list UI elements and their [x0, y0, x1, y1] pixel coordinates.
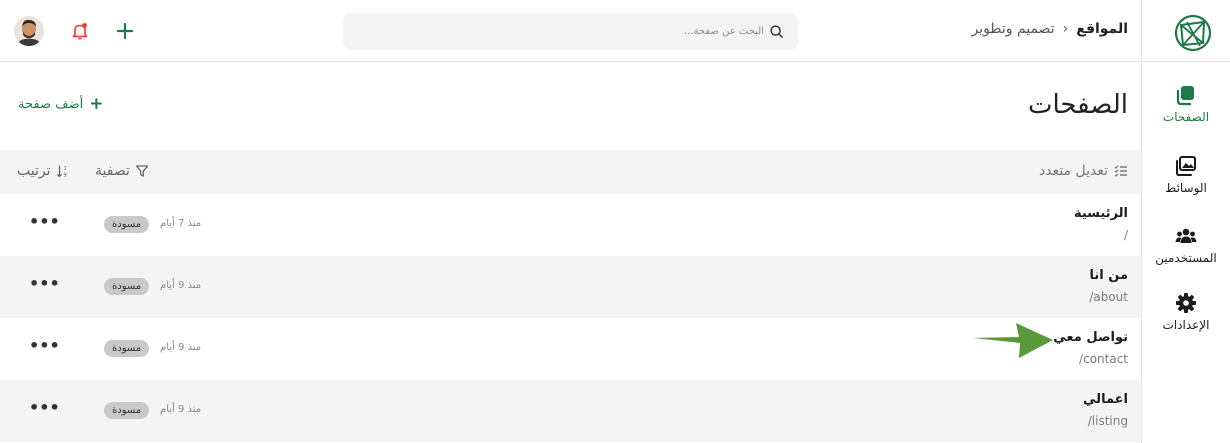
sidebar-item-label: المستخدمين: [1155, 251, 1217, 265]
page-slug: /about: [1089, 290, 1128, 304]
page-slug: /listing: [1087, 414, 1128, 428]
page-slug: /contact: [1079, 352, 1128, 366]
sidebar-item-label: الوسائط: [1165, 181, 1207, 195]
sort-button[interactable]: 1 9 ترتيب: [17, 163, 70, 179]
more-options-icon[interactable]: •••: [29, 274, 60, 293]
add-page-button[interactable]: + أضف صفحة: [18, 96, 103, 113]
page-updated-time: منذ 9 أيام: [160, 404, 202, 415]
filter-icon: [135, 165, 149, 177]
sidebar-item-users[interactable]: المستخدمين: [1142, 225, 1230, 265]
checklist-icon: [1114, 165, 1127, 177]
sort-label: ترتيب: [17, 163, 51, 179]
table-row[interactable]: اعمالي /listing منذ 9 أيام مسودة •••: [0, 380, 1141, 442]
table-row[interactable]: من انا /about منذ 9 أيام مسودة •••: [0, 256, 1141, 318]
plus-icon: +: [89, 94, 104, 114]
sidebar-item-label: الإعدادات: [1162, 318, 1210, 332]
bulk-edit-label: تعديل متعدد: [1038, 163, 1108, 179]
search-input[interactable]: [364, 13, 764, 50]
page-title-cell[interactable]: تواصل معي: [1053, 330, 1128, 345]
status-badge: مسودة: [104, 278, 150, 295]
page-title-cell[interactable]: الرئيسية: [1074, 206, 1128, 221]
page-title: الصفحات: [1027, 90, 1128, 120]
search-box[interactable]: [343, 13, 798, 50]
chevron-icon: ›: [1062, 21, 1069, 37]
breadcrumb-root[interactable]: المواقع: [1076, 21, 1128, 37]
status-badge: مسودة: [104, 402, 150, 419]
table-row[interactable]: تواصل معي /contact منذ 9 أيام مسودة •••: [0, 318, 1141, 380]
bulk-edit-button[interactable]: تعديل متعدد: [1039, 163, 1128, 179]
page-slug: /: [1123, 228, 1128, 242]
more-options-icon[interactable]: •••: [29, 336, 60, 355]
page-updated-time: منذ 9 أيام: [160, 342, 202, 353]
plus-icon[interactable]: [115, 21, 135, 41]
page-updated-time: منذ 9 أيام: [160, 280, 202, 291]
filter-button[interactable]: تصفية: [95, 163, 149, 179]
gear-icon: [1176, 293, 1196, 313]
add-page-label: أضف صفحة: [18, 97, 84, 112]
page-title-cell[interactable]: من انا: [1090, 268, 1129, 283]
sidebar-divider: [1141, 0, 1142, 443]
more-options-icon[interactable]: •••: [29, 212, 60, 231]
breadcrumb-current[interactable]: تصميم وتطوير: [972, 21, 1055, 37]
more-options-icon[interactable]: •••: [29, 398, 60, 417]
list-toolbar: تعديل متعدد تصفية 1 9 ترتيب: [0, 150, 1141, 194]
logo-icon[interactable]: [1173, 13, 1213, 53]
bell-icon[interactable]: [70, 21, 90, 41]
top-bar: المواقع › تصميم وتطوير: [0, 0, 1230, 62]
breadcrumb: المواقع › تصميم وتطوير: [972, 21, 1128, 37]
sort-icon: 1 9: [56, 165, 66, 179]
table-row[interactable]: الرئيسية / منذ 7 أيام مسودة •••: [0, 194, 1141, 256]
users-icon: [1175, 228, 1197, 243]
status-badge: مسودة: [104, 340, 150, 357]
sidebar-item-media[interactable]: الوسائط: [1142, 155, 1230, 195]
svg-text:1: 1: [63, 166, 66, 172]
svg-text:9: 9: [63, 173, 66, 179]
sidebar-item-pages[interactable]: الصفحات: [1142, 84, 1230, 124]
avatar[interactable]: [14, 16, 44, 46]
sidebar-item-label: الصفحات: [1162, 110, 1210, 124]
annotation-arrow-icon: [973, 323, 1053, 358]
search-icon: [770, 25, 783, 38]
media-icon: [1176, 156, 1196, 176]
pages-icon: [1176, 86, 1194, 106]
status-badge: مسودة: [104, 216, 150, 233]
page-title-cell[interactable]: اعمالي: [1083, 392, 1128, 407]
page-updated-time: منذ 7 أيام: [160, 218, 202, 229]
sidebar-item-settings[interactable]: الإعدادات: [1142, 292, 1230, 332]
filter-label: تصفية: [95, 163, 130, 179]
